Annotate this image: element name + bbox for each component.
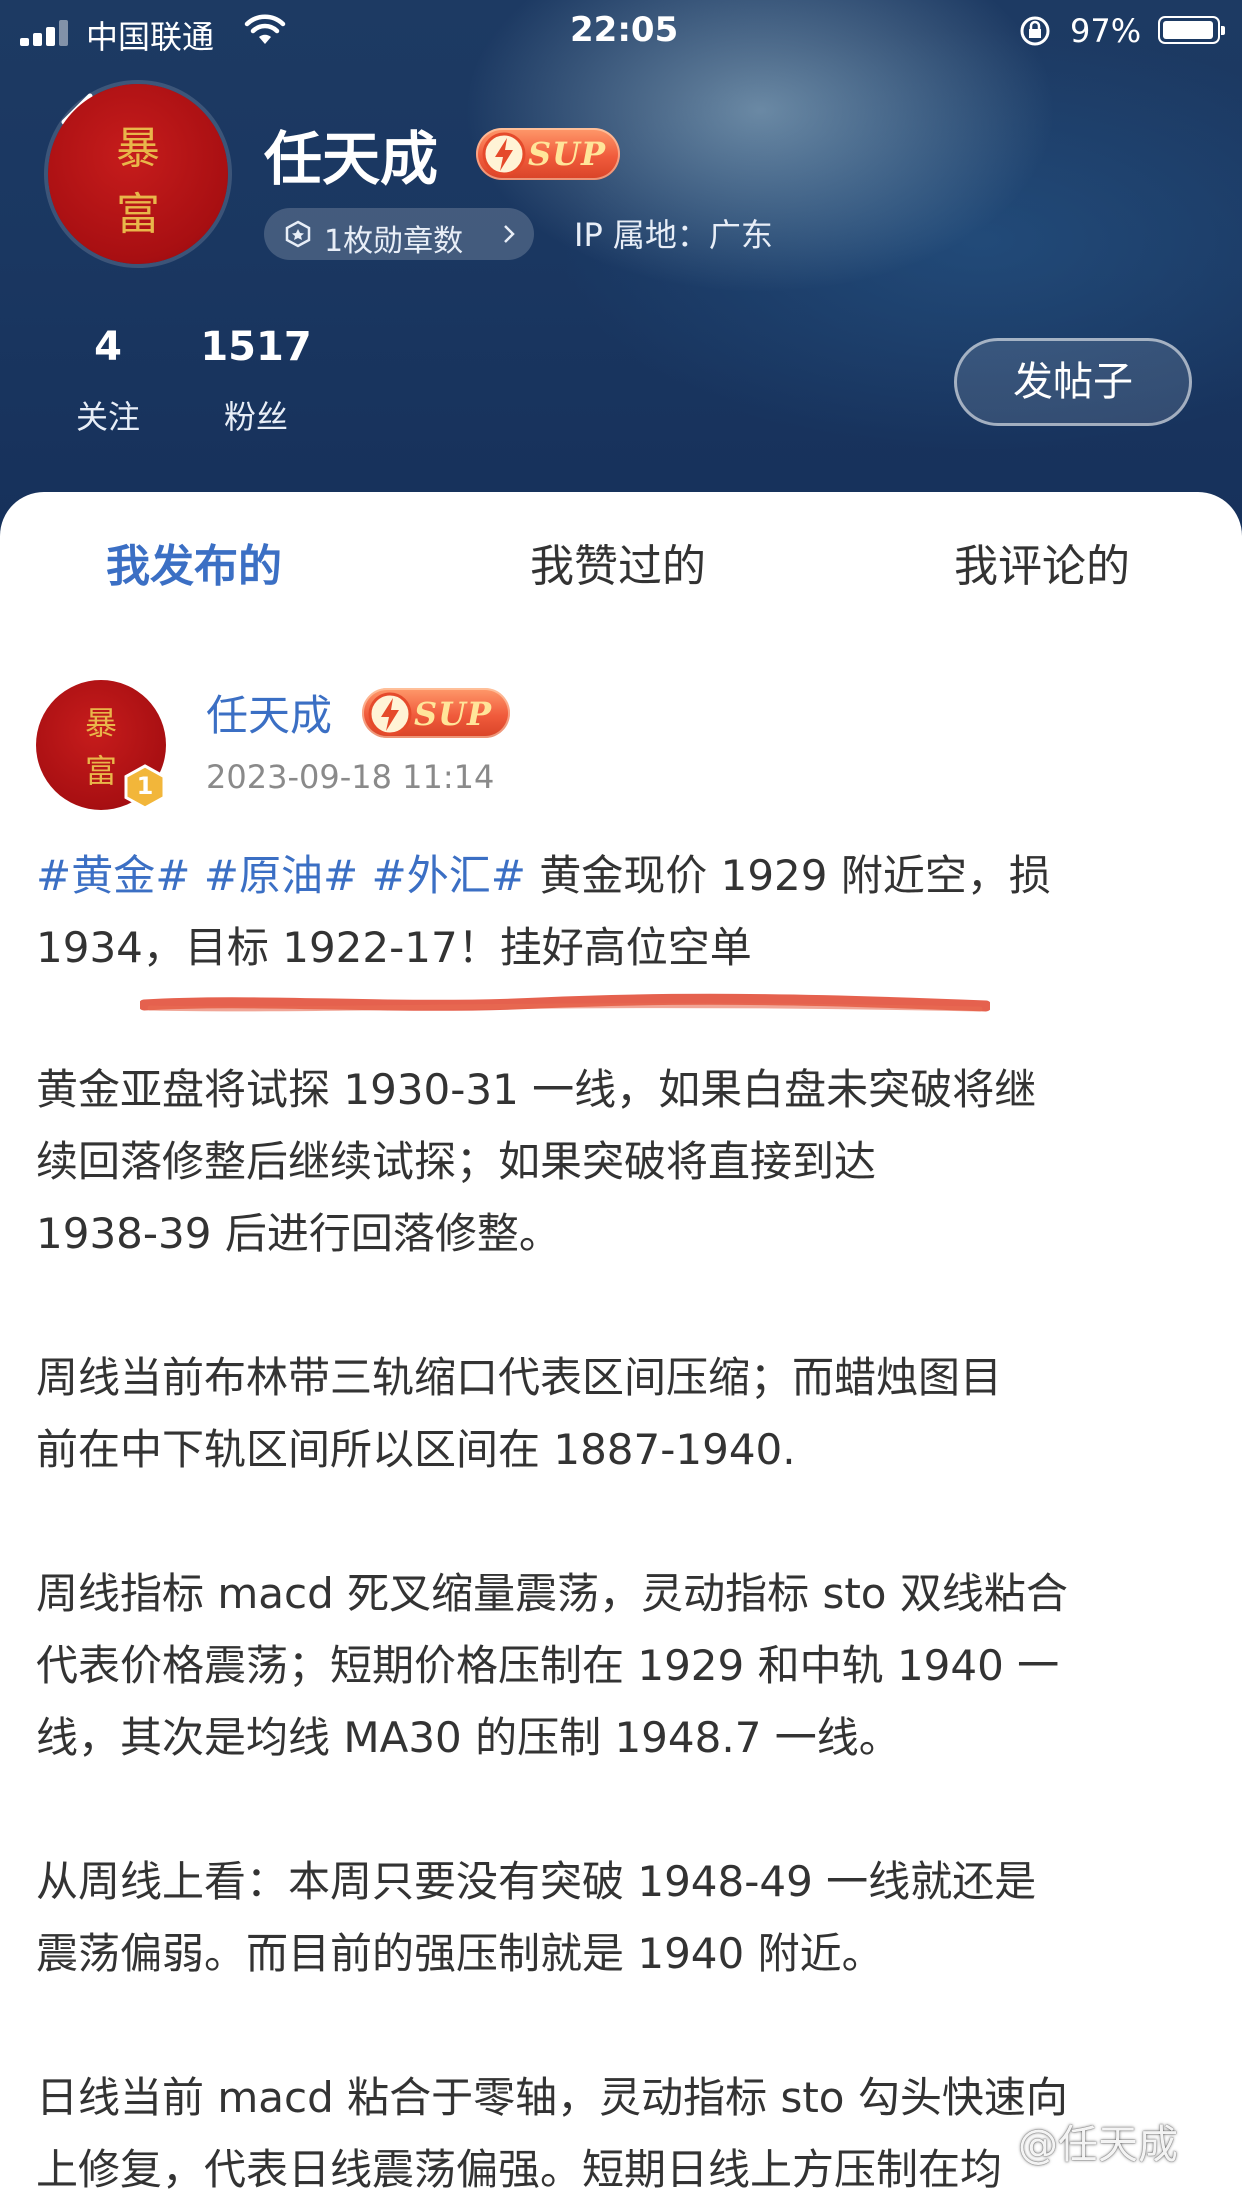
medals-label: 1枚勋章数	[324, 224, 464, 259]
avatar-char-top: 暴	[84, 704, 117, 742]
post-paragraph: 黄金亚盘将试探 1930-31 一线，如果白盘未突破将继 续回落修整后继续试探；…	[36, 1065, 1037, 1258]
lead-text-line1: 黄金现价 1929 附近空，损	[525, 851, 1051, 900]
followers-count: 1517	[200, 324, 312, 370]
sup-badge[interactable]: SUP	[362, 688, 510, 738]
level-number: 1	[136, 772, 154, 800]
tab-my-posts[interactable]: 我发布的	[106, 530, 282, 594]
battery-icon	[1158, 16, 1225, 44]
post-paragraph: 从周线上看：本周只要没有突破 1948-49 一线就还是 震荡偏弱。而目前的强压…	[36, 1857, 1037, 1978]
lead-text-line2: 1934，目标 1922-17！挂好高位空单	[36, 923, 752, 972]
profile-name: 任天成	[264, 125, 439, 193]
avatar-char-bottom: 富	[116, 189, 160, 240]
profile-avatar[interactable]: 暴 富	[48, 84, 228, 264]
post-paragraph: 周线当前布林带三轨缩口代表区间压缩；而蜡烛图目 前在中下轨区间所以区间在 188…	[36, 1353, 1003, 1474]
level-badge: 1	[122, 764, 168, 810]
topic-tag-forex[interactable]: #外汇#	[372, 851, 526, 900]
following-label: 关注	[75, 398, 140, 436]
post-author-name[interactable]: 任天成	[206, 682, 332, 743]
ip-location: IP 属地：广东	[574, 216, 773, 254]
battery-percent: 97%	[1070, 12, 1142, 50]
clock: 22:05	[570, 10, 679, 50]
medals-button[interactable]: 1枚勋章数	[264, 208, 534, 260]
red-underline-mark	[140, 993, 990, 1012]
status-bar: 中国联通 22:05 97%	[0, 0, 1242, 64]
rotation-lock-icon	[1020, 16, 1050, 46]
topic-tag-gold[interactable]: #黄金#	[36, 851, 190, 900]
post-paragraph: 周线指标 macd 死叉缩量震荡，灵动指标 sto 双线粘合 代表价格震荡；短期…	[36, 1569, 1068, 1762]
following-count: 4	[94, 324, 122, 370]
post-lead: #黄金# #原油# #外汇# 黄金现价 1929 附近空，损 1934，目标 1…	[36, 840, 1202, 984]
followers-label: 粉丝	[223, 398, 288, 436]
chevron-right-icon	[504, 225, 515, 243]
sup-badge-label: SUP	[528, 135, 607, 173]
lightning-icon	[482, 132, 526, 176]
wifi-icon	[244, 14, 286, 44]
tab-liked[interactable]: 我赞过的	[530, 530, 706, 594]
profile-header	[0, 0, 1242, 560]
medal-icon	[285, 220, 311, 248]
sup-badge[interactable]: SUP	[476, 128, 620, 180]
lightning-icon	[368, 692, 412, 736]
post-timestamp: 2023-09-18 11:14	[206, 758, 495, 796]
tab-commented[interactable]: 我评论的	[954, 530, 1130, 594]
carrier-name: 中国联通	[86, 18, 215, 56]
create-post-button[interactable]: 发帖子	[954, 338, 1192, 426]
avatar-char-top: 暴	[116, 123, 160, 174]
signal-icon	[20, 20, 72, 46]
sup-badge-label: SUP	[414, 695, 493, 733]
watermark: @任天成	[1018, 2122, 1178, 2168]
topic-tag-oil[interactable]: #原油#	[204, 851, 358, 900]
